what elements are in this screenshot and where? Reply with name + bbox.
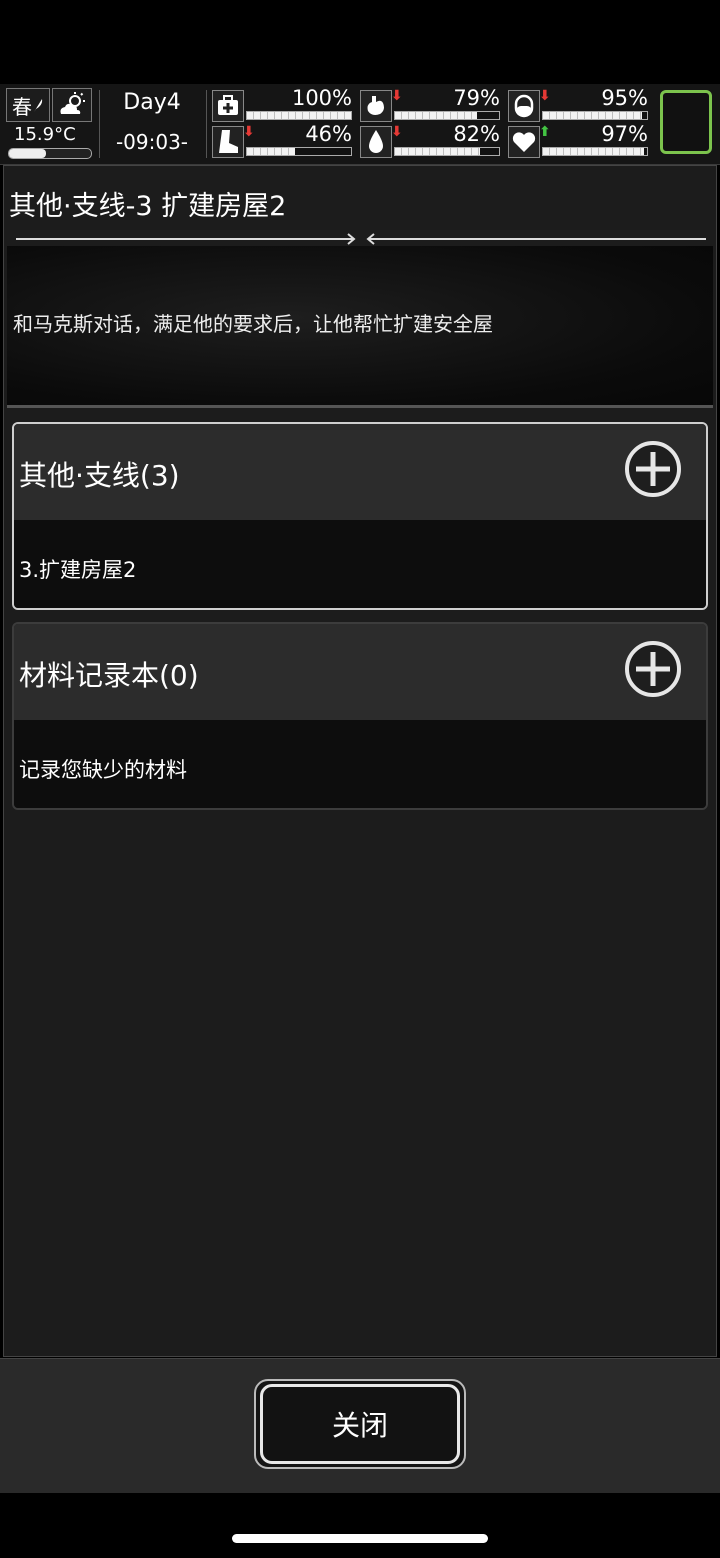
expand-plus-icon[interactable] [624, 440, 682, 498]
card-header[interactable]: 其他·支线(3) [14, 424, 706, 520]
stat-bar [246, 147, 352, 156]
quest-category-card[interactable]: 其他·支线(3) 3.扩建房屋2 [12, 422, 708, 610]
stat-thirst: ⬇ 82% [360, 122, 500, 158]
stat-bar [246, 111, 352, 120]
close-button[interactable]: 关闭 [254, 1379, 466, 1469]
stat-value: 97% [601, 122, 648, 146]
card-header[interactable]: 材料记录本(0) [14, 624, 706, 720]
season-indicator: 春 [6, 88, 50, 122]
pill-icon [508, 90, 540, 122]
trend-arrow: ⬇ [391, 124, 403, 140]
home-indicator[interactable] [232, 1534, 488, 1543]
day-counter: Day4 [123, 90, 181, 115]
temperature-bar [8, 148, 92, 159]
trend-arrow: ⬇ [539, 88, 551, 104]
stat-value: 95% [601, 86, 648, 110]
heart-icon [508, 126, 540, 158]
quest-panel: 其他·支线-3 扩建房屋2 和马克斯对话，满足他的要求后，让他帮忙扩建安全屋 其… [3, 165, 717, 1357]
trend-arrow: ⬆ [539, 124, 551, 140]
season-label: 春 [12, 94, 32, 119]
weather-indicator [52, 88, 92, 122]
stat-value: 100% [291, 86, 352, 110]
partly-sunny-icon [60, 92, 85, 114]
stomach-icon [360, 90, 392, 122]
stat-value: 79% [453, 86, 500, 110]
card-title: 其他·支线(3) [19, 459, 180, 492]
expand-plus-icon[interactable] [624, 640, 682, 698]
stat-bar [542, 111, 648, 120]
footer-bar: 关闭 [0, 1358, 720, 1493]
card-body[interactable]: 3.扩建房屋2 [14, 520, 706, 608]
water-drop-icon [360, 126, 392, 158]
quest-title: 其他·支线-3 扩建房屋2 [9, 191, 287, 222]
arrow-right-icon [340, 233, 356, 245]
card-body[interactable]: 记录您缺少的材料 [14, 720, 706, 808]
stat-value: 46% [305, 122, 352, 146]
clock: -09:03- [115, 130, 189, 154]
leaf-icon [34, 99, 43, 112]
stat-stamina: ⬇ 46% [212, 122, 352, 158]
close-button-label: 关闭 [260, 1384, 460, 1464]
card-subtitle: 记录您缺少的材料 [19, 758, 187, 782]
material-log-card[interactable]: 材料记录本(0) 记录您缺少的材料 [12, 622, 708, 810]
status-bar: 春 15.9°C Day4 -09:03- 100% ⬇ 79% ⬇ 95% ⬇… [0, 84, 720, 165]
boot-icon [212, 126, 244, 158]
stat-hunger: ⬇ 79% [360, 86, 500, 122]
quest-description-box: 和马克斯对话，满足他的要求后，让他帮忙扩建安全屋 [7, 246, 713, 408]
stat-bar [394, 147, 500, 156]
card-subtitle: 3.扩建房屋2 [19, 558, 137, 582]
stat-bar [542, 147, 648, 156]
card-title: 材料记录本(0) [19, 659, 199, 692]
stat-health: 100% [212, 86, 352, 122]
stat-bar [394, 111, 500, 120]
equipment-slot[interactable] [660, 90, 712, 154]
quest-description: 和马克斯对话，满足他的要求后，让他帮忙扩建安全屋 [13, 312, 493, 336]
stat-medicine: ⬇ 95% [508, 86, 648, 122]
temperature-value: 15.9°C [14, 124, 76, 145]
medkit-icon [212, 90, 244, 122]
stat-value: 82% [453, 122, 500, 146]
trend-arrow: ⬇ [243, 124, 255, 140]
stat-mood: ⬆ 97% [508, 122, 648, 158]
trend-arrow: ⬇ [391, 88, 403, 104]
